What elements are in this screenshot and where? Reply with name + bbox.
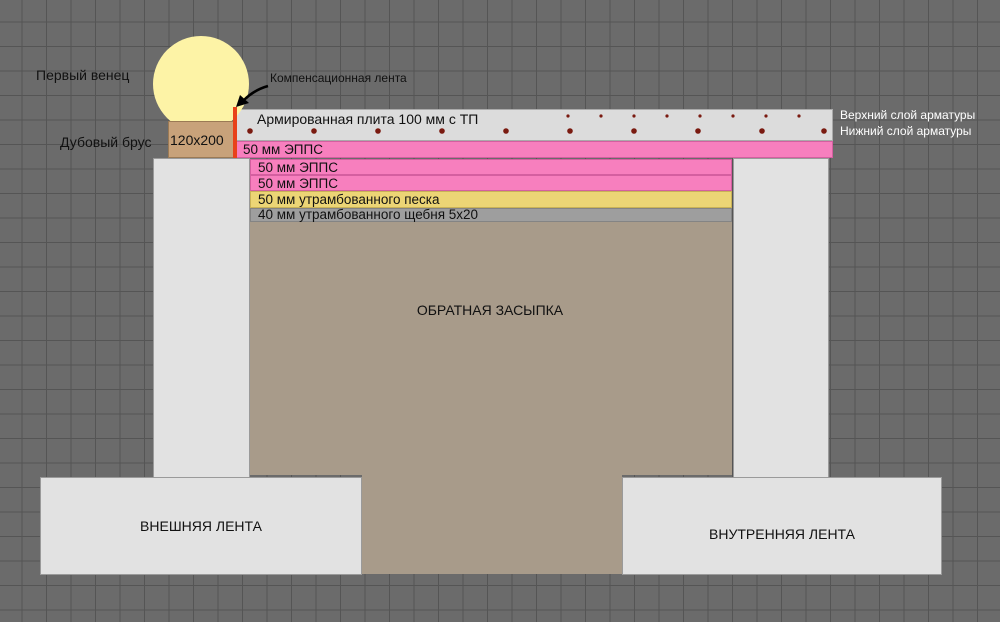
eps-layer-1: 50 мм ЭППС xyxy=(235,141,833,158)
inner-strip-label: ВНУТРЕННЯЯ ЛЕНТА xyxy=(709,526,855,542)
eps-layer-2: 50 мм ЭППС xyxy=(250,159,732,175)
gravel-layer: 40 мм утрамбованного щебня 5х20 xyxy=(250,208,732,222)
bottom-rebar-label: Нижний слой арматуры xyxy=(840,124,972,138)
inner-wall xyxy=(733,158,829,478)
backfill-label: ОБРАТНАЯ ЗАСЫПКА xyxy=(416,302,564,318)
oak-beam-size: 120x200 xyxy=(170,132,224,148)
backfill-area xyxy=(250,222,732,475)
first-crown-label: Первый венец xyxy=(36,67,130,83)
compensation-tape xyxy=(233,107,237,158)
outer-strip-label: ВНЕШНЯЯ ЛЕНТА xyxy=(140,518,262,534)
eps-layer-3: 50 мм ЭППС xyxy=(250,175,732,191)
outer-wall xyxy=(153,158,250,478)
slab-label: Армированная плита 100 мм с ТП xyxy=(257,111,479,127)
oak-beam-label: Дубовый брус xyxy=(60,134,152,150)
compensation-tape-label: Компенсационная лента xyxy=(270,71,407,85)
top-rebar-label: Верхний слой арматуры xyxy=(840,108,976,122)
sand-layer: 50 мм утрамбованного песка xyxy=(250,191,732,208)
backfill-lower xyxy=(362,470,622,574)
